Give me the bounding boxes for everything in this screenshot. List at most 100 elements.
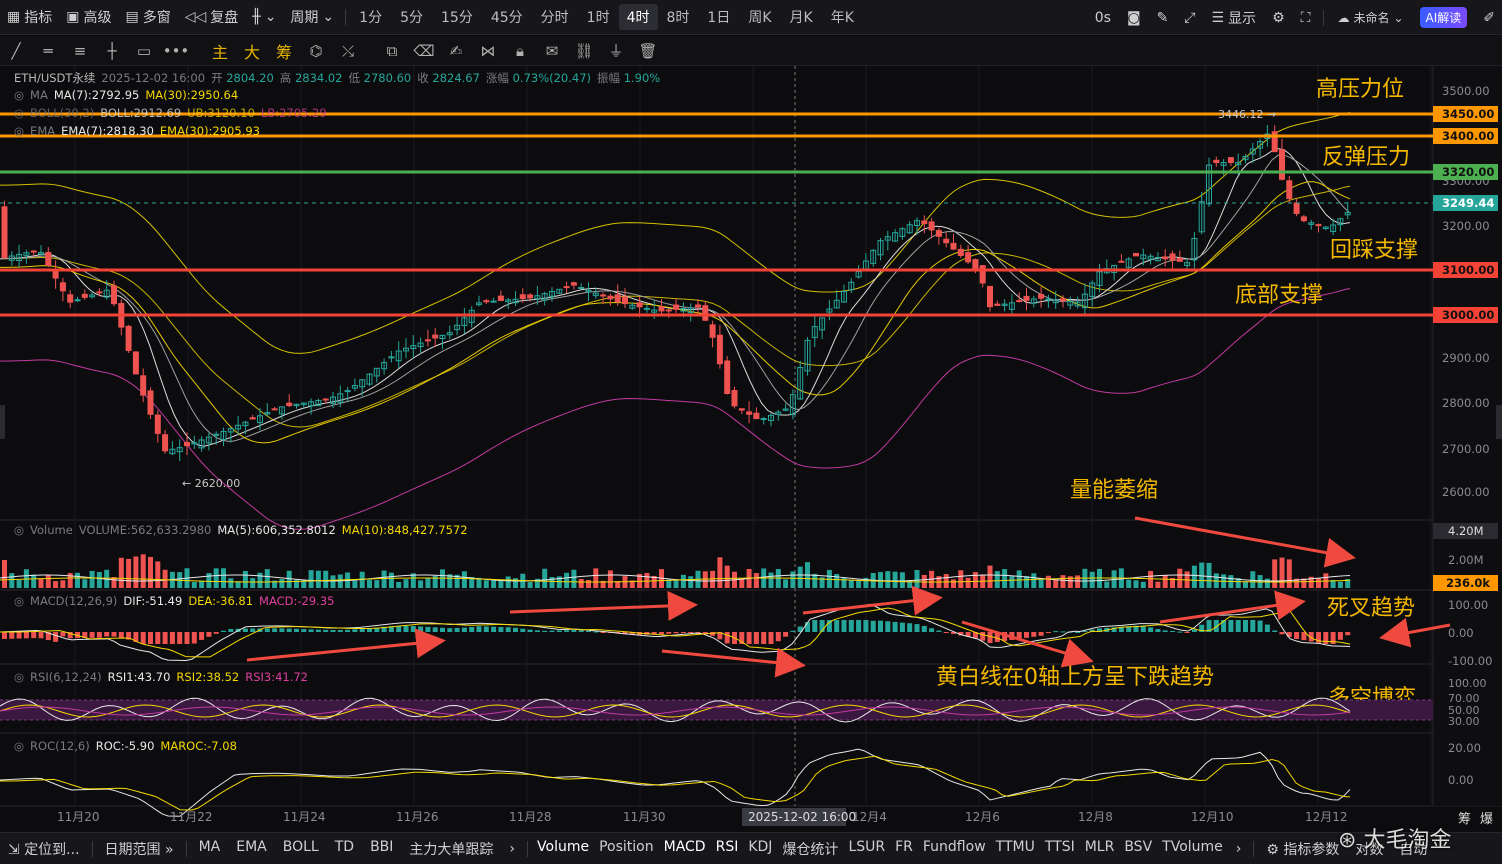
macd-bar [761, 632, 767, 644]
volume-bar [1140, 581, 1146, 588]
sub-indicator-item[interactable]: Volume [532, 839, 594, 859]
period-dropdown[interactable]: 周期 ⌄ [283, 7, 341, 27]
timeframe-tab[interactable]: 8时 [658, 7, 699, 27]
candle [950, 242, 957, 250]
sub-indicator-item[interactable]: TTSI [1040, 839, 1080, 859]
roc-tick: 0.00 [1448, 773, 1474, 787]
volume-bar [571, 569, 577, 588]
candle [1286, 180, 1293, 200]
timeframe-tab[interactable]: 4时 [618, 4, 658, 30]
timeframe-tab[interactable]: 5分 [391, 7, 432, 27]
macd-tick: 0.00 [1448, 626, 1474, 640]
eye-icon[interactable]: ◎ [14, 739, 24, 753]
timeframe-tab[interactable]: 1日 [698, 7, 739, 27]
sub-indicator-item[interactable]: Position [594, 839, 659, 859]
eye-icon[interactable]: ◎ [14, 670, 24, 684]
chart-type-button[interactable]: ╫ ⌄ [245, 9, 283, 25]
indicators-button[interactable]: ▦ 指标 [0, 7, 59, 27]
candle [724, 360, 731, 395]
fullscreen-icon[interactable]: ⛶ [1294, 10, 1318, 26]
lock-icon[interactable]: 🔒︎ [504, 42, 536, 60]
sub-indicator-item[interactable]: Fundflow [918, 839, 991, 859]
eye-icon[interactable]: ◎ [14, 106, 24, 120]
camera-icon[interactable]: ◙ [1120, 10, 1148, 26]
measure-icon[interactable]: ⋈ [472, 42, 504, 60]
more-tools-icon[interactable]: ••• [160, 42, 192, 60]
seconds-toggle[interactable]: 0s [1088, 10, 1118, 26]
timeframe-tab[interactable]: 1时 [578, 7, 619, 27]
sub-indicator-item[interactable]: LSUR [843, 839, 890, 859]
volume-bar [279, 579, 285, 588]
hide-drawings-icon[interactable]: ⤯ [332, 42, 364, 60]
main-force-toggle[interactable]: 主 [204, 39, 236, 63]
time-tick: 12月4 [852, 810, 887, 824]
settings-icon[interactable]: ⚙ [1265, 10, 1292, 26]
macd-bar [323, 629, 329, 632]
timeframe-tab[interactable]: 月K [781, 7, 822, 27]
magnet-icon[interactable]: ⌬ [300, 42, 332, 60]
layout-dropdown[interactable]: ☁ 未命名 ⌄ [1330, 9, 1410, 26]
main-indicator-item[interactable]: BOLL [275, 839, 327, 859]
eye-icon[interactable]: ◎ [14, 594, 24, 608]
link-icon[interactable]: ⛓ [568, 42, 600, 60]
pen-icon[interactable]: ✎ [1150, 10, 1176, 26]
volume-bar [388, 572, 394, 588]
eye-icon[interactable]: ◎ [14, 523, 24, 537]
timeframe-tab[interactable]: 分时 [532, 7, 578, 27]
chevron-right-icon[interactable]: › [1228, 841, 1250, 857]
eye-icon[interactable]: ◎ [14, 124, 24, 138]
eraser-icon[interactable]: ⌫ [408, 42, 440, 60]
trash-icon[interactable]: 🗑︎ [632, 42, 664, 60]
display-button[interactable]: ☰ 显示 [1205, 8, 1264, 28]
copy-icon[interactable]: ⧉ [376, 42, 408, 60]
replay-button[interactable]: ◁◁ 复盘 [178, 7, 246, 27]
main-indicator-item[interactable]: BBI [362, 839, 401, 859]
advanced-button[interactable]: ▣ 高级 [59, 7, 118, 27]
date-range-button[interactable]: 日期范围 » [97, 839, 182, 859]
chevron-right-icon[interactable]: › [501, 841, 523, 857]
pin-icon[interactable]: ✐ [1476, 10, 1502, 26]
sub-indicator-item[interactable]: MLR [1080, 839, 1120, 859]
main-indicator-item[interactable]: MA [191, 839, 229, 859]
sub-indicator-item[interactable]: KDJ [743, 839, 777, 859]
multi-window-button[interactable]: ▤ 多窗 [118, 7, 177, 27]
timeframe-tab[interactable]: 45分 [482, 7, 532, 27]
expand-icon[interactable]: ⤢ [1177, 10, 1202, 26]
sub-indicator-item[interactable]: RSI [711, 839, 744, 859]
locate-button[interactable]: ⇲ 定位到... [0, 839, 88, 859]
indicator-config-button[interactable]: ⚙ 指标参数 [1258, 839, 1347, 859]
rect-tool-icon[interactable]: ▭ [128, 42, 160, 60]
brush-icon[interactable]: ✍ [440, 42, 472, 60]
timeframe-tab[interactable]: 1分 [350, 7, 391, 27]
chart-canvas[interactable]: 3500.003300.003200.002900.002800.002700.… [0, 66, 1502, 832]
note-icon[interactable]: ✉ [536, 42, 568, 60]
divider [1323, 9, 1325, 26]
time-tick: 12月8 [1078, 810, 1113, 824]
ai-analysis-button[interactable]: AI解读 [1413, 7, 1475, 28]
timeframe-tab[interactable]: 15分 [432, 7, 482, 27]
timeframe-tab[interactable]: 年K [822, 7, 863, 27]
candle [1016, 300, 1023, 303]
hline-tool-icon[interactable]: ═ [32, 42, 64, 60]
sub-indicator-item[interactable]: TVolume [1157, 839, 1228, 859]
main-indicator-item[interactable]: EMA [228, 839, 275, 859]
sub-indicator-item[interactable]: BSV [1119, 839, 1157, 859]
sub-indicator-item[interactable]: TTMU [991, 839, 1040, 859]
macd-bar [710, 632, 716, 636]
eye-icon[interactable]: ◎ [14, 88, 24, 102]
crosshair-time-label: 2025-12-02 16:00 [748, 810, 856, 824]
main-indicator-item[interactable]: TD [327, 839, 362, 859]
ray-tool-icon[interactable]: ┼ [96, 42, 128, 60]
candle [154, 414, 161, 434]
macd-bar [564, 630, 570, 632]
big-order-toggle[interactable]: 大 [236, 39, 268, 63]
filter-icon[interactable]: ⏚ [600, 40, 632, 61]
line-tool-icon[interactable]: ╱ [0, 42, 32, 60]
main-indicator-item[interactable]: 主力大单跟踪 [401, 839, 501, 859]
parallel-tool-icon[interactable]: ≡ [64, 42, 96, 60]
chip-toggle[interactable]: 筹 [268, 39, 300, 63]
timeframe-tab[interactable]: 周K [739, 7, 780, 27]
sub-indicator-item[interactable]: 爆仓统计 [777, 839, 843, 859]
sub-indicator-item[interactable]: FR [890, 839, 918, 859]
sub-indicator-item[interactable]: MACD [659, 839, 711, 859]
